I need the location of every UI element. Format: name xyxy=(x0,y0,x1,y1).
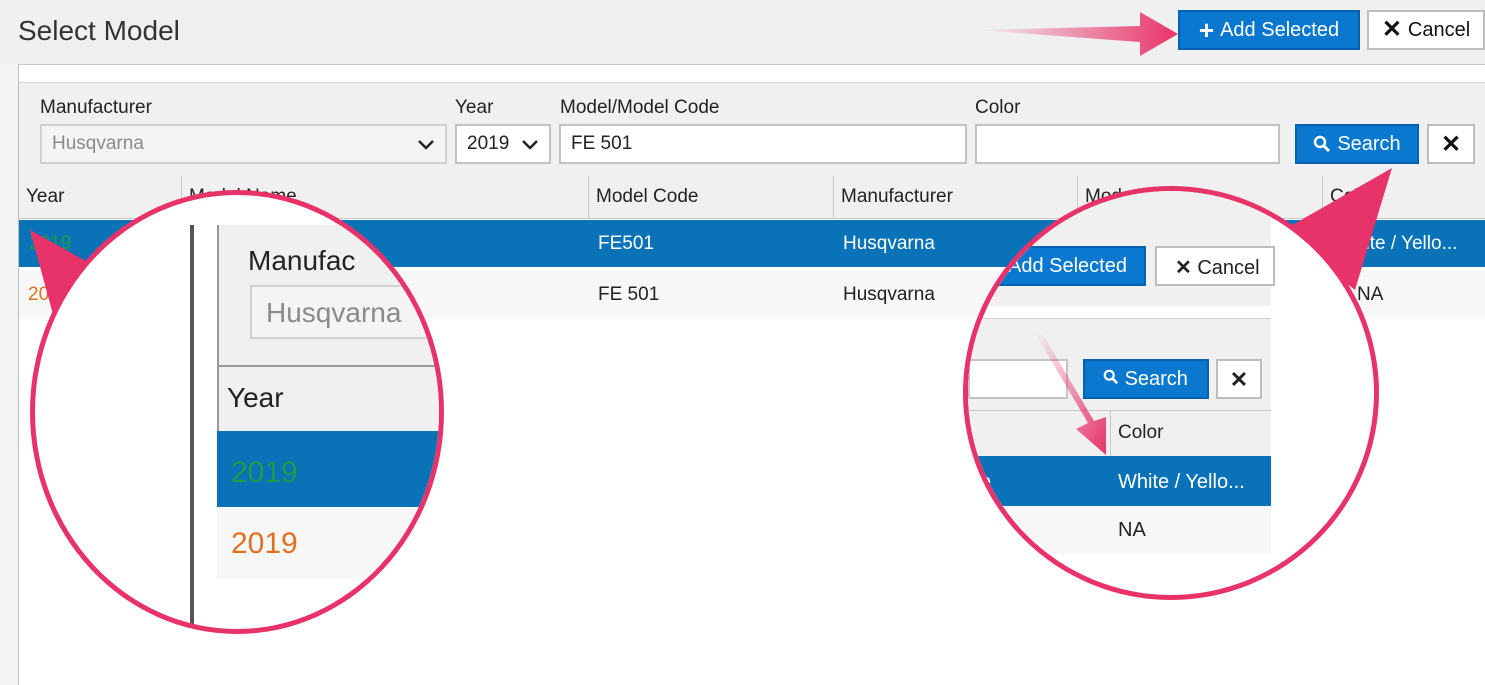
zoom-row1-year: 2019 xyxy=(231,456,298,489)
close-icon: ✕ xyxy=(1175,257,1192,279)
zoom-row2-year: 2019 xyxy=(231,527,298,560)
zoom-search-label: Search xyxy=(1124,368,1188,390)
zoom-add-selected-button: Add Selected xyxy=(988,246,1146,286)
zoom-callout-left: Manufac Husqvarna Year 2019 2019 xyxy=(30,190,444,634)
zoom-cancel-button: ✕ Cancel xyxy=(1155,246,1275,286)
zoom-arrow-icon xyxy=(1036,333,1106,455)
zoom-color-header: Color xyxy=(1118,422,1164,443)
zoom-callout-right: Add Selected ✕ Cancel Search ✕ Color e W… xyxy=(963,186,1379,600)
zoom-row1-color: White / Yello... xyxy=(1118,471,1245,493)
arrow-icon xyxy=(978,12,1178,56)
zoom-cancel-label: Cancel xyxy=(1197,257,1260,279)
zoom-clear-button: ✕ xyxy=(1216,359,1262,399)
zoom-manufacturer-select: Husqvarna xyxy=(250,285,439,339)
zoom-row2-color: NA xyxy=(1118,519,1146,541)
zoom-row1-prefix: e xyxy=(980,471,992,493)
zoom-divider xyxy=(190,225,194,629)
zoom-year-header: Year xyxy=(227,382,284,413)
zoom-manufacturer-label: Manufac xyxy=(248,245,356,276)
